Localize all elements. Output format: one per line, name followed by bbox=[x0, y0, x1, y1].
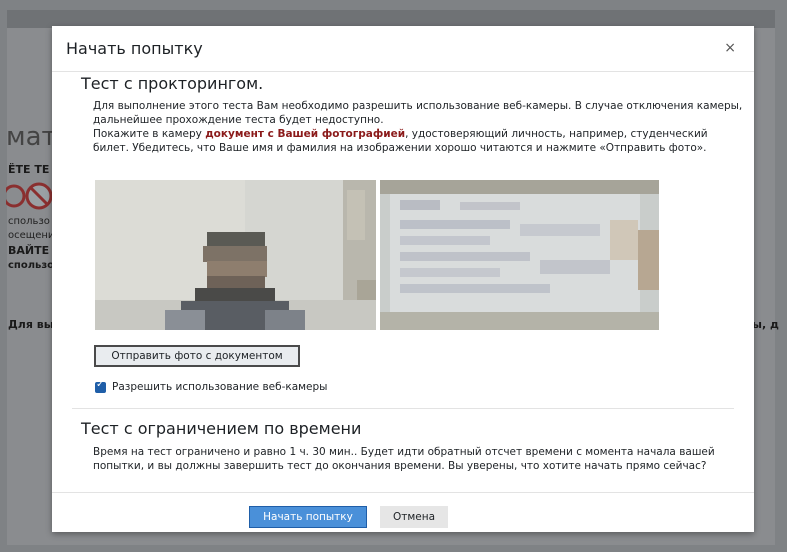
background-text: ВАЙТЕ bbox=[8, 244, 50, 257]
background-text: Для вы bbox=[8, 318, 54, 331]
document-photo bbox=[380, 180, 659, 330]
proctoring-description: Для выполнение этого теста Вам необходим… bbox=[93, 100, 743, 126]
webcam-checkbox[interactable]: ✓ bbox=[95, 379, 106, 393]
close-icon[interactable]: × bbox=[724, 40, 736, 56]
dialog-body: Тест с прокторингом. Для выполнение этог… bbox=[52, 72, 754, 492]
section-divider bbox=[72, 408, 734, 409]
webcam-photo bbox=[95, 180, 376, 330]
background-text: спользо bbox=[8, 216, 50, 227]
checkmark-icon: ✓ bbox=[96, 379, 105, 390]
dialog-header: Начать попытку × bbox=[52, 26, 754, 72]
proctoring-title: Тест с прокторингом. bbox=[81, 74, 264, 93]
background-text: ы, д bbox=[752, 318, 779, 331]
dialog-title: Начать попытку bbox=[66, 39, 203, 58]
no-phone-icon bbox=[6, 182, 52, 210]
document-highlight: документ с Вашей фотографией bbox=[205, 128, 406, 140]
background-text: ЁТЕ ТЕ bbox=[8, 163, 50, 176]
proctoring-instructions: Покажите в камеру документ с Вашей фотог… bbox=[93, 127, 743, 155]
time-limit-title: Тест с ограничением по времени bbox=[81, 419, 362, 438]
start-attempt-button[interactable]: Начать попытку bbox=[249, 506, 367, 528]
start-attempt-dialog: Начать попытку × Тест с прокторингом. Дл… bbox=[52, 26, 754, 532]
background-text: спользо bbox=[8, 260, 55, 271]
send-photo-button[interactable]: Отправить фото с документом bbox=[94, 345, 300, 367]
background-text: осещени bbox=[8, 230, 55, 241]
instructions-text: Покажите в камеру bbox=[93, 128, 206, 140]
dialog-footer: Начать попытку Отмена bbox=[52, 492, 754, 533]
cancel-button[interactable]: Отмена bbox=[380, 506, 448, 528]
webcam-checkbox-label[interactable]: Разрешить использование веб-камеры bbox=[112, 381, 327, 393]
time-limit-description: Время на тест ограничено и равно 1 ч. 30… bbox=[93, 446, 715, 472]
